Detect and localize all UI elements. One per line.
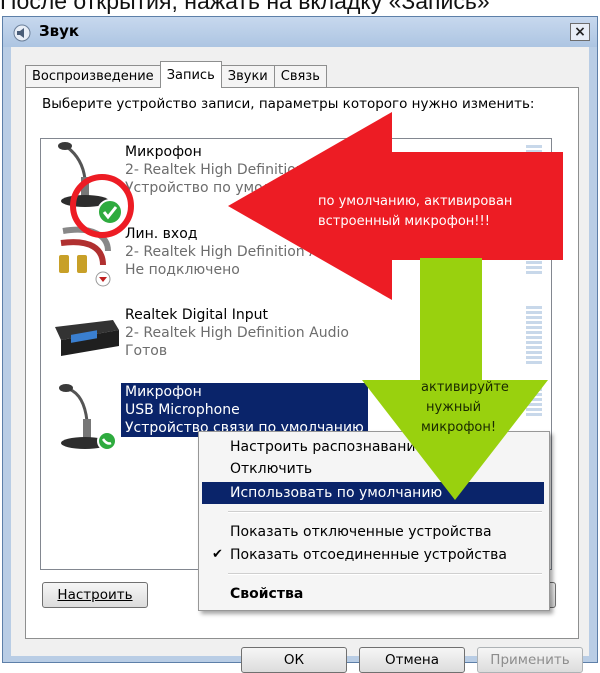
title-bar: Звук × [3, 17, 597, 47]
speaker-icon [13, 24, 31, 42]
device-text: Микрофон USB Microphone Устройство связи… [121, 383, 368, 437]
instruction-text: Выберите устройство записи, параметры ко… [42, 96, 535, 112]
device-name: Realtek Digital Input [125, 307, 268, 323]
tab-strip: Воспроизведение Запись Звуки Связь [25, 61, 327, 88]
menu-item-show-disconnected[interactable]: ✔ Показать отсоединенные устройства [202, 544, 544, 566]
device-driver: 2- Realtek High Definition Audio [125, 244, 349, 260]
device-status: Готов [125, 343, 168, 359]
digital-input-icon [55, 320, 119, 356]
level-meter [526, 231, 542, 276]
red-arrow-text-1: по умолчанию, активирован [318, 194, 513, 209]
tab-sounds[interactable]: Звуки [220, 65, 275, 88]
page-caption: После открытия, нажать на вкладку «Запис… [0, 0, 490, 14]
menu-separator [228, 511, 542, 513]
usb-microphone-icon [59, 384, 117, 451]
menu-item-properties[interactable]: Свойства [202, 583, 544, 605]
device-name: Микрофон [125, 384, 202, 400]
close-button[interactable]: × [570, 23, 590, 41]
device-item-digital-input[interactable]: Realtek Digital Input 2- Realtek High De… [41, 302, 549, 382]
device-name: Микрофон [125, 144, 202, 160]
menu-item-set-default[interactable]: Использовать по умолчанию [202, 482, 544, 504]
device-status: Устройство по умолчанию [125, 180, 319, 196]
line-in-icon [59, 226, 111, 287]
phone-status-icon [97, 431, 117, 451]
menu-item-show-disabled[interactable]: Показать отключенные устройства [202, 521, 544, 543]
device-driver: 2- Realtek High Definition Audio [125, 325, 349, 341]
device-item-line-in[interactable]: Лин. вход 2- Realtek High Definition Aud… [41, 221, 549, 301]
green-arrow-text-1: активируйте [421, 380, 509, 395]
tab-recording[interactable]: Запись [159, 61, 222, 88]
configure-button[interactable]: Настроить [42, 582, 148, 608]
device-text: Лин. вход 2- Realtek High Definition Aud… [125, 225, 349, 279]
green-arrow-text-2: нужный [426, 400, 482, 415]
window-title: Звук [39, 22, 80, 40]
menu-separator [228, 573, 542, 575]
context-menu: Настроить распознавание речи Отключить И… [198, 431, 550, 611]
device-driver: 2- Realtek High Definition Audio [125, 162, 349, 178]
level-meter [526, 145, 542, 185]
tab-communications[interactable]: Связь [273, 65, 327, 88]
level-meter [526, 383, 542, 418]
red-arrow-text-2: встроенный микрофон!!! [318, 214, 490, 229]
configure-button-label: Настроить [57, 587, 133, 603]
microphone-icon [58, 142, 109, 207]
cancel-button[interactable]: Отмена [359, 647, 465, 673]
ok-button[interactable]: ОК [241, 647, 347, 673]
device-status: Не подключено [125, 262, 240, 278]
menu-item-speech-recognition[interactable]: Настроить распознавание речи [202, 436, 544, 458]
device-driver: USB Microphone [125, 402, 240, 418]
checkmark-icon: ✔ [212, 547, 223, 562]
device-text: Микрофон 2- Realtek High Definition Audi… [125, 143, 349, 197]
menu-item-show-disconnected-label: Показать отсоединенные устройства [230, 547, 507, 563]
menu-item-disable[interactable]: Отключить [202, 458, 544, 480]
apply-button[interactable]: Применить [477, 647, 583, 673]
level-meter [526, 306, 542, 366]
green-arrow-text-3: микрофон! [421, 420, 497, 435]
device-name: Лин. вход [125, 226, 198, 242]
device-text: Realtek Digital Input 2- Realtek High De… [125, 306, 349, 360]
tab-playback[interactable]: Воспроизведение [25, 65, 161, 88]
